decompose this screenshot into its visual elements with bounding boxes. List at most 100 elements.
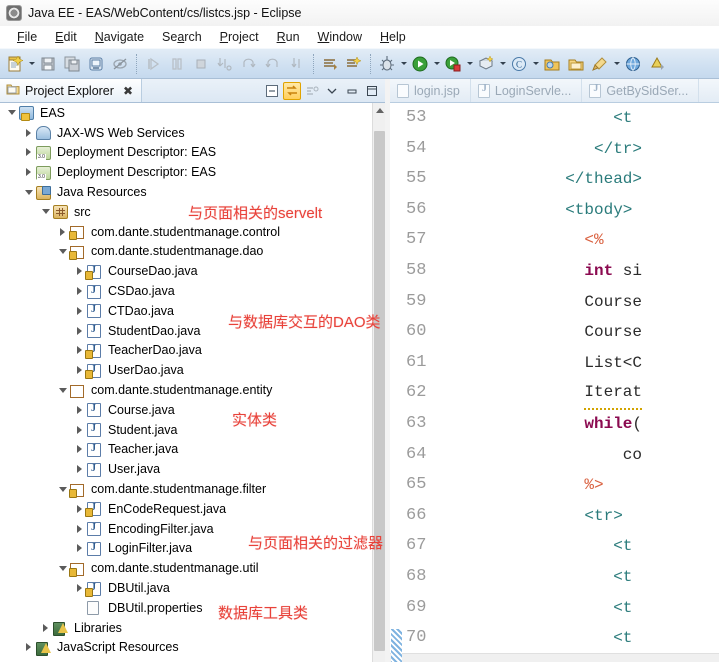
step-into-icon[interactable]: [214, 53, 236, 75]
chevron-right-icon[interactable]: [72, 301, 87, 320]
tree-item-javascript-resources[interactable]: JavaScript Resources: [0, 638, 372, 658]
close-icon[interactable]: ✖: [123, 84, 133, 98]
code-line-66[interactable]: 66 <tr>: [390, 501, 719, 532]
code-line-55[interactable]: 55 </thead>: [390, 164, 719, 195]
tree-item-com-dante-studentmanage-filter[interactable]: com.dante.studentmanage.filter: [0, 479, 372, 499]
code-line-60[interactable]: 60 Course: [390, 317, 719, 348]
drop-to-frame-icon[interactable]: [286, 53, 308, 75]
save-icon[interactable]: [37, 53, 59, 75]
tree-item-teacherdao-java[interactable]: TeacherDao.java: [0, 341, 372, 361]
search-icon[interactable]: [589, 53, 611, 75]
tree-item-student-java[interactable]: Student.java: [0, 420, 372, 440]
code-line-65[interactable]: 65 %>: [390, 470, 719, 501]
tree-item-coursedao-java[interactable]: CourseDao.java: [0, 261, 372, 281]
code-line-67[interactable]: 67 <t: [390, 531, 719, 562]
tree-item-com-dante-studentmanage-control[interactable]: com.dante.studentmanage.control: [0, 222, 372, 242]
tree-item-jax-ws-web-services[interactable]: JAX-WS Web Services: [0, 123, 372, 143]
code-editor[interactable]: 53 <t 54 </tr> 55 </thead> 56 <tbody> 57 <% 58 int …: [390, 103, 719, 662]
open-resource-icon[interactable]: [565, 53, 587, 75]
tree-item-encodingfilter-java[interactable]: EncodingFilter.java: [0, 519, 372, 539]
debug-dropdown-icon[interactable]: [399, 53, 408, 75]
view-menu-icon[interactable]: [323, 82, 341, 100]
tree-item-userdao-java[interactable]: UserDao.java: [0, 360, 372, 380]
open-web-browser-icon[interactable]: [622, 53, 644, 75]
editor-tab-loginservle[interactable]: LoginServle...: [471, 79, 583, 102]
terminate-icon[interactable]: [190, 53, 212, 75]
chevron-right-icon[interactable]: [21, 123, 36, 142]
chevron-right-icon[interactable]: [72, 400, 87, 419]
save-all-icon[interactable]: [61, 53, 83, 75]
new-java-class-dropdown-icon[interactable]: [531, 53, 540, 75]
tree-item-java-resources[interactable]: Java Resources: [0, 182, 372, 202]
new-wizard-dropdown-icon[interactable]: [27, 53, 36, 75]
editor-tab-getbysidser[interactable]: GetBySidSer...: [582, 79, 700, 102]
run-icon[interactable]: [409, 53, 431, 75]
resume-icon[interactable]: [142, 53, 164, 75]
chevron-right-icon[interactable]: [72, 460, 87, 479]
chevron-right-icon[interactable]: [72, 440, 87, 459]
code-line-57[interactable]: 57 <%: [390, 225, 719, 256]
code-line-53[interactable]: 53 <t: [390, 103, 719, 134]
tree-item-dbutil-java[interactable]: DBUtil.java: [0, 578, 372, 598]
suspend-icon[interactable]: [166, 53, 188, 75]
code-line-54[interactable]: 54 </tr>: [390, 134, 719, 165]
scroll-thumb[interactable]: [374, 131, 385, 651]
code-line-58[interactable]: 58 int si: [390, 256, 719, 287]
tree-item-src[interactable]: src: [0, 202, 372, 222]
new-java-class-icon[interactable]: C: [508, 53, 530, 75]
chevron-right-icon[interactable]: [55, 222, 70, 241]
code-line-59[interactable]: 59 Course: [390, 287, 719, 318]
maximize-icon[interactable]: [363, 82, 381, 100]
tree-item-csdao-java[interactable]: CSDao.java: [0, 281, 372, 301]
chevron-down-icon[interactable]: [4, 103, 19, 122]
new-wizard-icon[interactable]: [4, 53, 26, 75]
menu-item-search[interactable]: Search: [153, 29, 211, 45]
code-line-61[interactable]: 61 List<C: [390, 348, 719, 379]
tree-item-deployment-descriptor-eas[interactable]: Deployment Descriptor: EAS: [0, 143, 372, 163]
collapse-all-icon[interactable]: [263, 82, 281, 100]
chevron-down-icon[interactable]: [55, 480, 70, 499]
run-external-tools-dropdown-icon[interactable]: [465, 53, 474, 75]
new-server-icon[interactable]: [475, 53, 497, 75]
debug-icon[interactable]: [376, 53, 398, 75]
open-task-icon[interactable]: [319, 53, 341, 75]
tree-item-dbutil-properties[interactable]: DBUtil.properties: [0, 598, 372, 618]
menu-item-project[interactable]: Project: [211, 29, 268, 45]
chevron-right-icon[interactable]: [72, 519, 87, 538]
code-line-64[interactable]: 64 co: [390, 440, 719, 471]
tree-item-deployment-descriptor-eas[interactable]: Deployment Descriptor: EAS: [0, 162, 372, 182]
code-line-69[interactable]: 69 <t: [390, 593, 719, 624]
menu-item-edit[interactable]: Edit: [46, 29, 86, 45]
chevron-right-icon[interactable]: [38, 618, 53, 637]
chevron-down-icon[interactable]: [55, 242, 70, 261]
menu-item-run[interactable]: Run: [268, 29, 309, 45]
tree-item-course-java[interactable]: Course.java: [0, 400, 372, 420]
tree-item-eas[interactable]: EAS: [0, 103, 372, 123]
project-tree[interactable]: EAS JAX-WS Web Services Deployment Descrip…: [0, 103, 372, 662]
previous-annotation-icon[interactable]: [646, 53, 668, 75]
chevron-down-icon[interactable]: [38, 202, 53, 221]
run-dropdown-icon[interactable]: [432, 53, 441, 75]
project-tree-scrollbar[interactable]: [372, 103, 386, 662]
chevron-down-icon[interactable]: [21, 183, 36, 202]
link-with-editor-icon[interactable]: [283, 81, 301, 100]
code-line-63[interactable]: 63 while(: [390, 409, 719, 440]
tab-project-explorer[interactable]: Project Explorer ✖: [0, 79, 142, 102]
new-task-icon[interactable]: [343, 53, 365, 75]
tree-item-loginfilter-java[interactable]: LoginFilter.java: [0, 539, 372, 559]
new-server-dropdown-icon[interactable]: [498, 53, 507, 75]
tree-item-libraries[interactable]: Libraries: [0, 618, 372, 638]
tree-item-com-dante-studentmanage-dao[interactable]: com.dante.studentmanage.dao: [0, 242, 372, 262]
chevron-right-icon[interactable]: [72, 282, 87, 301]
chevron-right-icon[interactable]: [72, 420, 87, 439]
chevron-right-icon[interactable]: [21, 163, 36, 182]
editor-horizontal-scrollbar[interactable]: [390, 653, 719, 662]
code-line-68[interactable]: 68 <t: [390, 562, 719, 593]
tree-item-ctdao-java[interactable]: CTDao.java: [0, 301, 372, 321]
code-line-70[interactable]: 70 <t: [390, 623, 719, 654]
chevron-right-icon[interactable]: [72, 539, 87, 558]
step-over-icon[interactable]: [238, 53, 260, 75]
focus-on-active-task-icon[interactable]: [303, 82, 321, 100]
code-line-56[interactable]: 56 <tbody>: [390, 195, 719, 226]
menu-item-window[interactable]: Window: [309, 29, 371, 45]
